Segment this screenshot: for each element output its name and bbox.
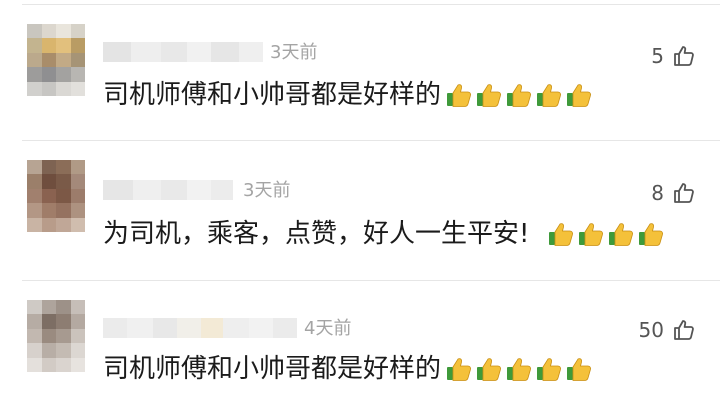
thumbs-up-emoji-icon: [567, 84, 591, 107]
thumbs-up-emoji-icon: [639, 223, 664, 246]
like-count: 5: [651, 44, 664, 68]
like-button[interactable]: 50: [639, 318, 696, 342]
thumbs-up-emoji-icon: [549, 223, 574, 246]
thumbs-up-emoji-icon: [537, 358, 561, 381]
thumbs-up-emoji-icon: [477, 84, 501, 107]
username[interactable]: [103, 318, 297, 338]
comment-time: 3天前: [243, 180, 291, 201]
top-divider: [22, 4, 720, 5]
avatar[interactable]: [27, 24, 85, 96]
thumbs-up-emoji-icon: [609, 223, 634, 246]
thumbs-up-emoji-icon: [507, 84, 531, 107]
thumbs-up-emoji-icon: [567, 358, 591, 381]
thumbs-up-outline-icon[interactable]: [672, 44, 696, 68]
comment-time: 3天前: [270, 42, 318, 63]
emoji-group: [445, 355, 593, 383]
comment-text: 为司机，乘客，点赞，好人一生平安!: [103, 218, 665, 250]
comment-divider: [22, 140, 720, 141]
like-count: 8: [651, 181, 664, 205]
username[interactable]: [103, 180, 233, 200]
thumbs-up-emoji-icon: [447, 84, 471, 107]
avatar[interactable]: [27, 300, 85, 372]
comment-text: 司机师傅和小帅哥都是好样的: [103, 353, 593, 385]
username[interactable]: [103, 42, 263, 62]
comment-body: 司机师傅和小帅哥都是好样的: [103, 354, 442, 384]
comment-body: 为司机，乘客，点赞，好人一生平安!: [103, 219, 530, 249]
comment-divider: [22, 280, 720, 281]
like-count: 50: [638, 318, 664, 342]
comment-text: 司机师傅和小帅哥都是好样的: [103, 79, 593, 111]
thumbs-up-outline-icon[interactable]: [672, 318, 696, 342]
thumbs-up-emoji-icon: [477, 358, 501, 381]
avatar[interactable]: [27, 160, 85, 232]
like-button[interactable]: 8: [651, 181, 696, 205]
emoji-group: [445, 81, 593, 109]
thumbs-up-emoji-icon: [537, 84, 561, 107]
comment-time: 4天前: [304, 318, 352, 339]
thumbs-up-emoji-icon: [579, 223, 604, 246]
thumbs-up-outline-icon[interactable]: [672, 181, 696, 205]
emoji-group: [547, 220, 665, 248]
thumbs-up-emoji-icon: [507, 358, 531, 381]
like-button[interactable]: 5: [651, 44, 696, 68]
thumbs-up-emoji-icon: [447, 358, 471, 381]
comment-body: 司机师傅和小帅哥都是好样的: [103, 80, 442, 110]
